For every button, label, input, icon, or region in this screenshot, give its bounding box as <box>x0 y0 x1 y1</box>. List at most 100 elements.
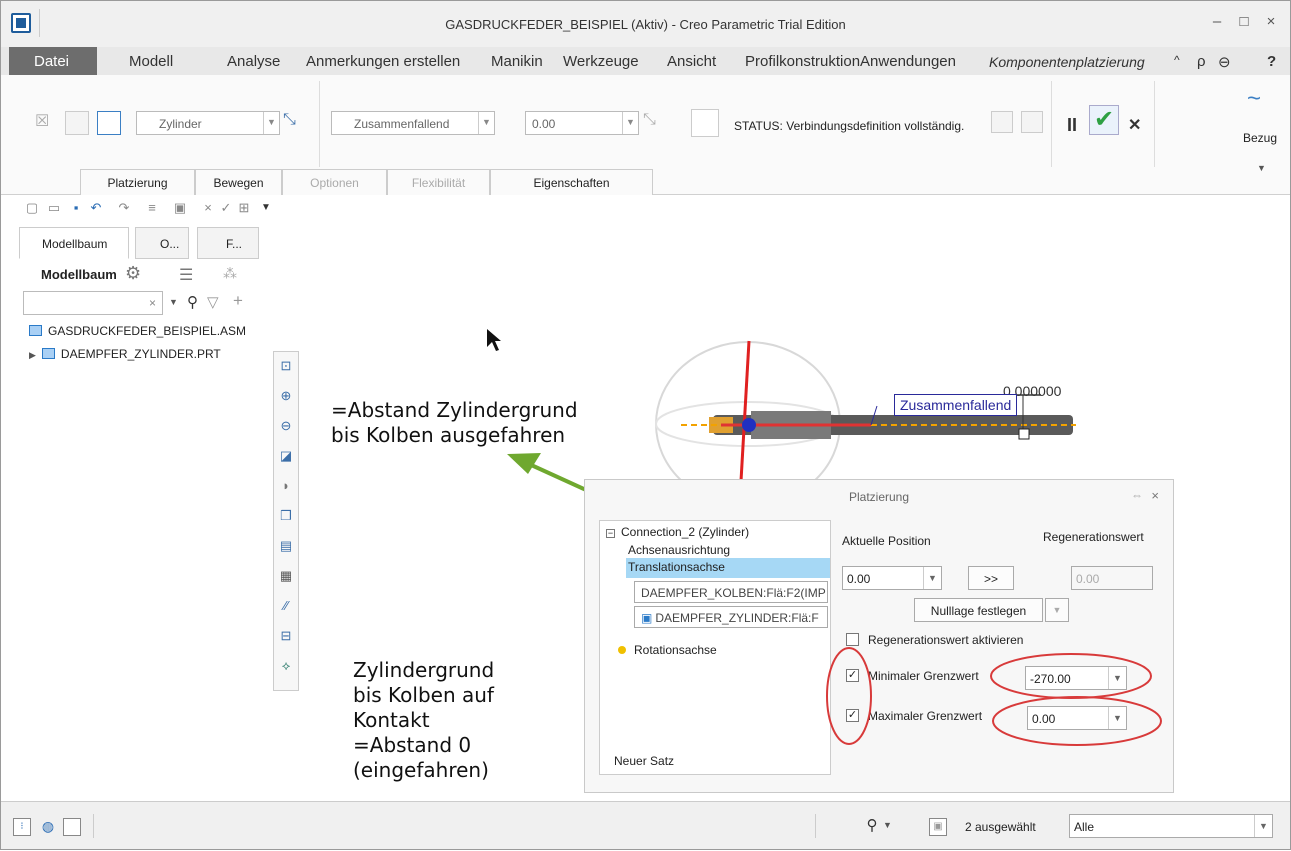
minimize-icon[interactable]: – <box>1206 13 1228 35</box>
menu-anmerkungen[interactable]: Anmerkungen erstellen <box>306 53 460 70</box>
flip-icon[interactable]: ⤡ <box>283 111 307 135</box>
annotation-display-icon[interactable]: ⊟ <box>278 628 294 644</box>
repaint-icon[interactable]: ◪ <box>278 448 294 464</box>
tab-folder[interactable]: F... <box>197 227 259 259</box>
tab-optionen[interactable]: Optionen <box>282 169 387 195</box>
tab-layer[interactable]: O... <box>135 227 189 259</box>
chevron-down-icon[interactable]: ▼ <box>169 297 178 307</box>
help-icon[interactable]: ? <box>1267 53 1276 70</box>
move-handle-icon[interactable] <box>691 109 719 137</box>
max-limit-input[interactable]: 0.00 ▼ <box>1027 706 1127 730</box>
reference-zylinder[interactable]: ▣ DAEMPFER_ZYLINDER:Flä:F <box>634 606 828 628</box>
close-icon[interactable]: × <box>1260 13 1282 35</box>
undo-icon[interactable]: ↶ <box>89 201 103 215</box>
tree-axis-alignment[interactable]: Achsenausrichtung <box>628 543 730 557</box>
separate-window-icon[interactable] <box>991 111 1013 133</box>
new-icon[interactable]: ▢ <box>25 201 39 215</box>
settings-icon[interactable]: ⚙ <box>125 263 141 284</box>
max-limit-checkbox[interactable]: ✓ <box>846 709 859 722</box>
open-icon[interactable]: ▭ <box>47 201 61 215</box>
menu-werkzeuge[interactable]: Werkzeuge <box>563 53 639 70</box>
reference-kolben[interactable]: DAEMPFER_KOLBEN:Flä:F2(IMP <box>634 581 828 603</box>
copy-icon[interactable] <box>65 111 89 135</box>
zoom-in-icon[interactable]: ⊕ <box>278 388 294 404</box>
pin-icon[interactable]: ⇔ <box>1131 488 1143 502</box>
find-icon[interactable]: ⚲ <box>863 818 881 836</box>
show-icon[interactable]: ☰ <box>179 265 193 285</box>
close-icon[interactable]: × <box>1151 488 1159 503</box>
maximize-icon[interactable]: □ <box>1233 13 1255 35</box>
tab-bewegen[interactable]: Bewegen <box>195 169 282 195</box>
regenerate-icon[interactable]: ≡ <box>145 201 159 215</box>
chevron-down-icon[interactable]: ▼ <box>883 820 892 830</box>
flip-offset-icon[interactable]: ⤡ <box>643 111 667 135</box>
menu-ansicht[interactable]: Ansicht <box>667 53 716 70</box>
connection-type-icon[interactable] <box>97 111 121 135</box>
pause-icon[interactable]: II <box>1067 115 1077 136</box>
regen-value-input[interactable]: 0.00 <box>1071 566 1153 590</box>
display-style-icon[interactable]: ❒ <box>278 508 294 524</box>
selection-icon[interactable]: ▣ <box>929 818 947 836</box>
window-icon[interactable]: ▣ <box>173 201 187 215</box>
copy-to-regen-button[interactable]: >> <box>968 566 1014 590</box>
zoom-out-icon[interactable]: ⊖ <box>278 418 294 434</box>
chevron-down-icon[interactable]: ▼ <box>1257 163 1266 173</box>
check-icon[interactable]: ✓ <box>219 201 233 215</box>
model-tree-toggle-icon[interactable]: ⁝ <box>13 818 31 836</box>
add-icon[interactable]: + <box>233 291 243 311</box>
spin-center-icon[interactable]: ⟡ <box>278 658 294 674</box>
current-position-input[interactable]: 0.00 ▼ <box>842 566 942 590</box>
offset-input[interactable]: 0.00 ▼ <box>525 111 639 135</box>
collapse-ribbon-icon[interactable]: ^ <box>1174 53 1180 67</box>
view-manager-icon[interactable]: ▦ <box>278 568 294 584</box>
full-screen-icon[interactable] <box>63 818 81 836</box>
regen-enable-checkbox[interactable] <box>846 633 859 646</box>
filter-icon[interactable]: ▽ <box>207 293 219 311</box>
tab-platzierung[interactable]: Platzierung <box>80 169 195 195</box>
tree-translation-axis[interactable]: Translationsachse <box>626 558 830 578</box>
menu-analyse[interactable]: Analyse <box>227 53 280 70</box>
expand-icon[interactable]: ▶ <box>29 350 36 360</box>
new-set-link[interactable]: Neuer Satz <box>614 754 674 768</box>
menu-datei[interactable]: Datei <box>9 47 97 75</box>
search-icon[interactable]: ρ <box>1197 53 1206 70</box>
help-center-icon[interactable]: ⊖ <box>1218 53 1231 71</box>
selection-filter-select[interactable]: Alle ▼ <box>1069 814 1273 838</box>
browser-toggle-icon[interactable]: ◍ <box>39 818 57 836</box>
set-zero-button[interactable]: Nulllage festlegen <box>914 598 1043 622</box>
datum-display-icon[interactable]: ⁄⁄ <box>278 598 294 614</box>
clear-icon[interactable]: × <box>149 296 156 310</box>
confirm-icon[interactable]: ✔ <box>1089 105 1119 135</box>
constraint-select[interactable]: Zusammenfallend ▼ <box>331 111 495 135</box>
cancel-icon[interactable]: ✕ <box>1128 115 1141 135</box>
find-icon[interactable]: ⚲ <box>187 293 198 311</box>
perspective-icon[interactable]: ◗ <box>278 478 294 494</box>
close-window-icon[interactable]: × <box>201 201 215 215</box>
customize-icon[interactable]: ▼ <box>259 201 273 215</box>
menu-modell[interactable]: Modell <box>129 53 173 70</box>
connection-type-select[interactable]: Zylinder ▼ <box>136 111 280 135</box>
columns-icon[interactable]: ⁂ <box>223 265 237 282</box>
redo-icon[interactable]: ↷ <box>117 201 131 215</box>
tab-eigenschaften[interactable]: Eigenschaften <box>490 169 653 195</box>
menu-profilkonstruktion[interactable]: ProfilkonstruktionAnwendungen <box>745 53 956 70</box>
apply-window-icon[interactable] <box>1021 111 1043 133</box>
tab-modellbaum[interactable]: Modellbaum <box>19 227 129 259</box>
datum-icon[interactable]: ~ <box>1247 85 1261 113</box>
search-input[interactable]: × <box>23 291 163 315</box>
tab-flexibilitaet[interactable]: Flexibilität <box>387 169 490 195</box>
save-icon[interactable]: ▪ <box>69 201 83 215</box>
saved-views-icon[interactable]: ▤ <box>278 538 294 554</box>
constraint-label[interactable]: Zusammenfallend <box>894 394 1018 416</box>
bezug-label[interactable]: Bezug <box>1243 131 1277 145</box>
tree-rotation-axis[interactable]: Rotationsachse <box>618 643 717 657</box>
min-limit-checkbox[interactable]: ✓ <box>846 669 859 682</box>
min-limit-input[interactable]: -270.00 ▼ <box>1025 666 1127 690</box>
refit-icon[interactable]: ⊡ <box>278 358 294 374</box>
zero-options-icon[interactable]: ▼ <box>1045 598 1069 622</box>
user-defined-icon[interactable]: ☒ <box>35 111 59 135</box>
sketch-icon[interactable]: ⊞ <box>237 201 251 215</box>
menu-komponentenplatzierung[interactable]: Komponentenplatzierung <box>989 54 1145 70</box>
menu-manikin[interactable]: Manikin <box>491 53 543 70</box>
tree-item-assembly[interactable]: GASDRUCKFEDER_BEISPIEL.ASM <box>29 324 246 338</box>
